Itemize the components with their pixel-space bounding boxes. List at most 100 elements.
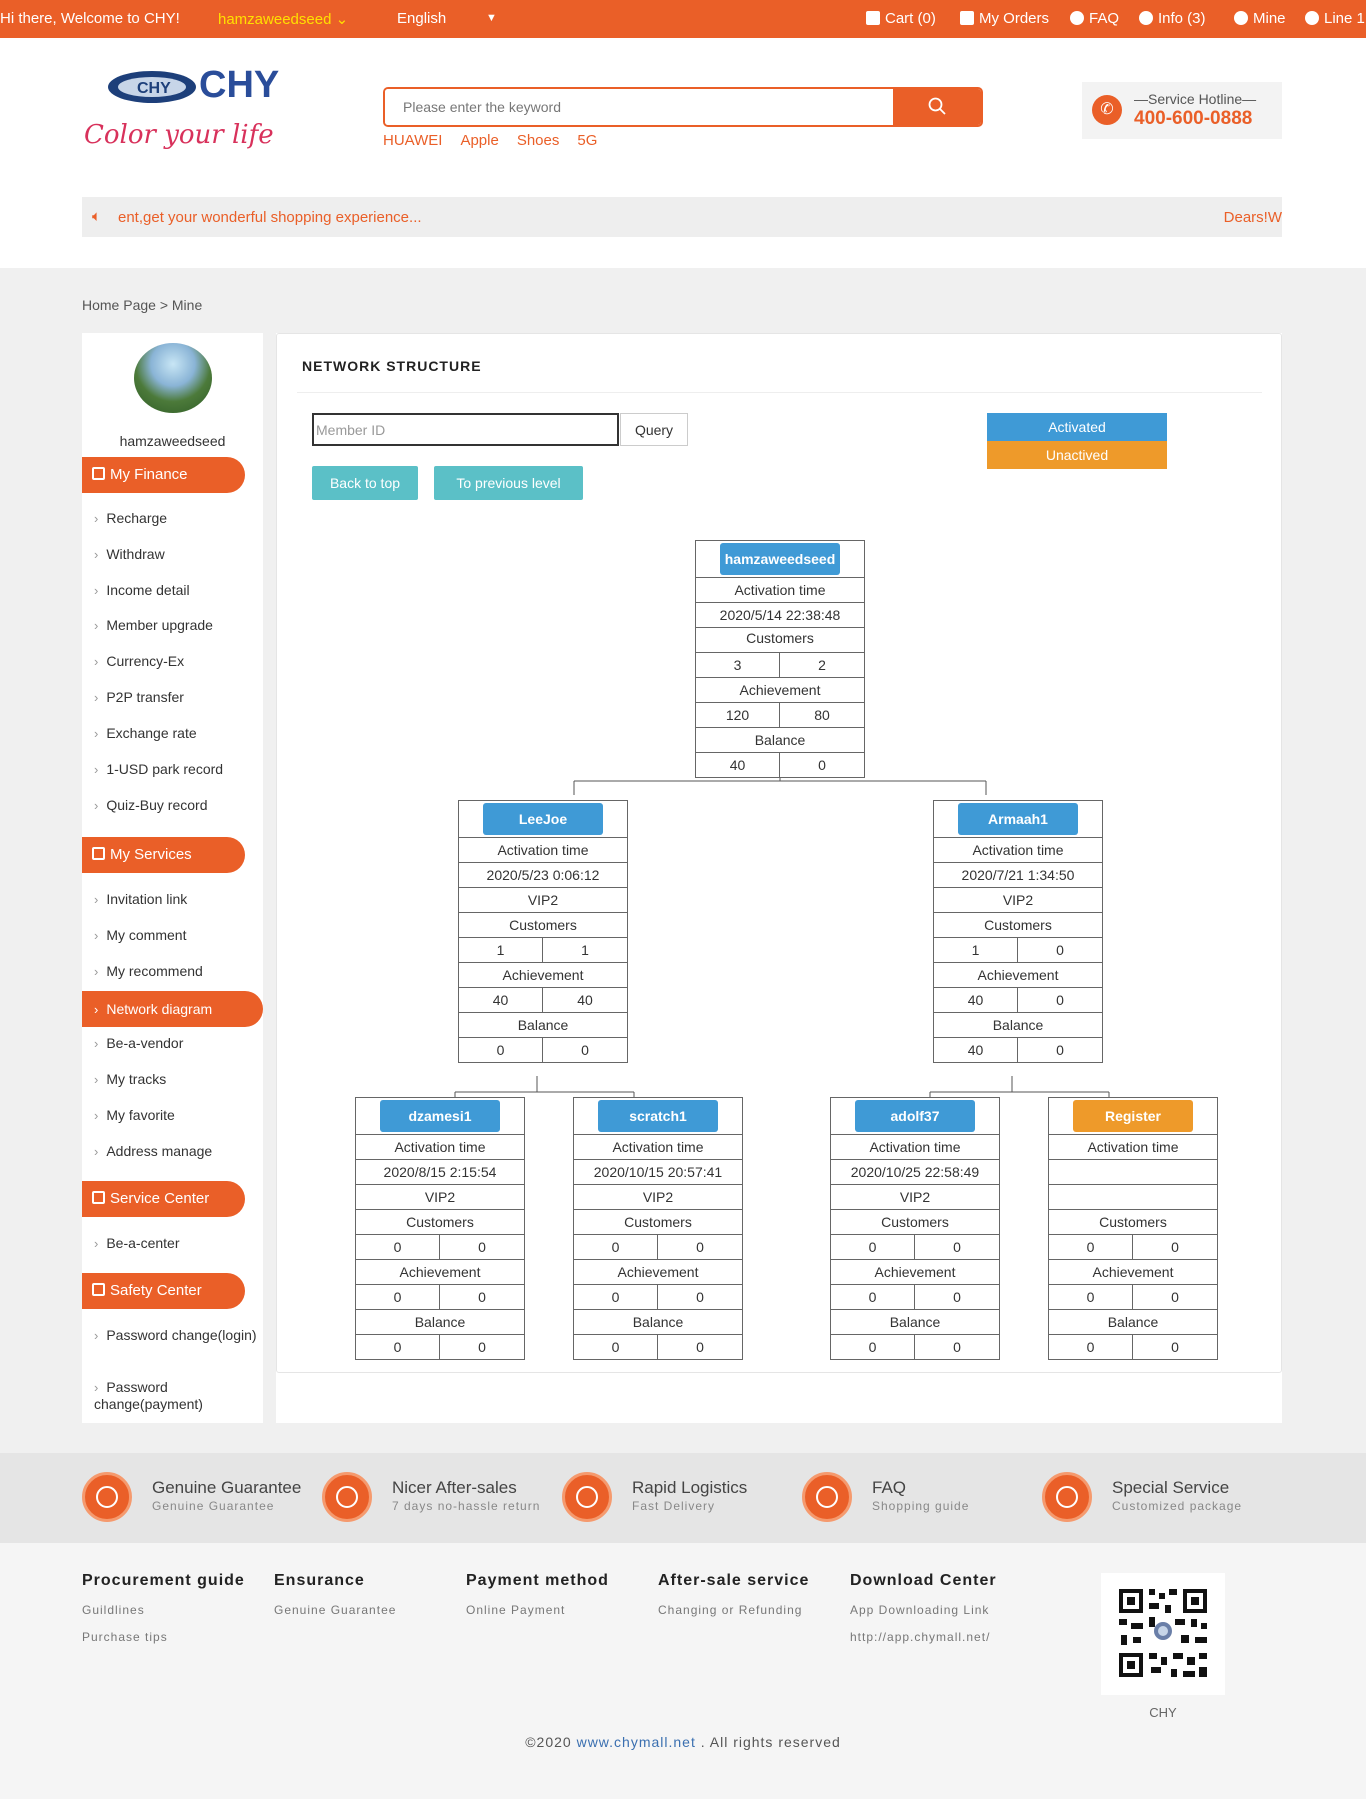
footer-link[interactable]: http://app.chymall.net/ <box>850 1630 997 1644</box>
menu-item-invitation-link[interactable]: › Invitation link <box>82 881 263 917</box>
footer-link[interactable]: App Downloading Link <box>850 1603 997 1617</box>
menu-item-quiz-buy-record[interactable]: › Quiz-Buy record <box>82 787 263 823</box>
menu-item-password-login[interactable]: › Password change(login) <box>82 1323 263 1363</box>
section-service-center[interactable]: Service Center <box>82 1181 245 1217</box>
node-value: 0 <box>1171 1289 1179 1305</box>
node-header: dzamesi1 <box>356 1098 524 1134</box>
node-activation-time: 2020/10/15 20:57:41 <box>574 1159 742 1184</box>
node-member-tag[interactable]: hamzaweedseed <box>720 543 840 575</box>
chevron-right-icon: › <box>94 798 99 813</box>
menu-item-be-a-vendor[interactable]: › Be-a-vendor <box>82 1025 263 1061</box>
site-link[interactable]: www.chymall.net <box>577 1734 696 1750</box>
faq-link[interactable]: FAQ <box>1070 10 1119 27</box>
search-button[interactable] <box>893 89 981 125</box>
chevron-right-icon: › <box>94 1144 99 1159</box>
username-dropdown[interactable]: hamzaweedseed ⌄ <box>218 10 348 28</box>
menu-item-my-tracks[interactable]: › My tracks <box>82 1061 263 1097</box>
mine-link[interactable]: Mine <box>1234 10 1286 27</box>
footer-col-ensurance: Ensurance Genuine Guarantee <box>274 1572 396 1617</box>
node-value: 0 <box>1049 1335 1133 1359</box>
logo[interactable]: CHY CHY Color your life <box>82 64 287 155</box>
register-button[interactable]: Register <box>1073 1100 1193 1132</box>
chevron-right-icon: › <box>94 1108 99 1123</box>
menu-item-withdraw[interactable]: › Withdraw <box>82 536 263 572</box>
my-orders-link[interactable]: My Orders <box>960 10 1049 27</box>
cart-link[interactable]: Cart (0) <box>866 10 936 27</box>
node-member-tag[interactable]: Armaah1 <box>958 803 1078 835</box>
node-customers-label: Customers <box>934 912 1102 937</box>
footer-link[interactable]: Changing or Refunding <box>658 1603 809 1617</box>
avatar[interactable] <box>134 343 212 413</box>
medal-icon <box>1042 1472 1092 1522</box>
menu-item-my-recommend[interactable]: › My recommend <box>82 953 263 989</box>
menu-item-p2p-transfer[interactable]: › P2P transfer <box>82 679 263 715</box>
footer-link[interactable]: Online Payment <box>466 1603 609 1617</box>
hot-word-5g[interactable]: 5G <box>577 132 597 149</box>
node-value: 0 <box>696 1339 704 1355</box>
info-link[interactable]: Info (3) <box>1139 10 1206 27</box>
node-customers-values: 11 <box>459 937 627 962</box>
node-member-tag[interactable]: LeeJoe <box>483 803 603 835</box>
triangle-down-icon[interactable]: ▼ <box>486 12 497 24</box>
section-my-finance[interactable]: My Finance <box>82 457 245 493</box>
hotline-label: —Service Hotline— <box>1134 91 1257 107</box>
menu-item-income-detail[interactable]: › Income detail <box>82 572 263 608</box>
menu-item-network-diagram[interactable]: › Network diagram <box>82 991 263 1027</box>
node-achievement-label: Achievement <box>831 1259 999 1284</box>
footer-link[interactable]: Purchase tips <box>82 1630 245 1644</box>
node-member-tag[interactable]: dzamesi1 <box>380 1100 500 1132</box>
search-input[interactable] <box>385 89 895 125</box>
footer-col-procurement: Procurement guide Guildlines Purchase ti… <box>82 1572 245 1644</box>
node-member-tag[interactable]: scratch1 <box>598 1100 718 1132</box>
menu-item-password-payment[interactable]: › Password change(payment) <box>82 1375 263 1415</box>
hot-word-apple[interactable]: Apple <box>460 132 498 149</box>
node-member-tag[interactable]: adolf37 <box>855 1100 975 1132</box>
feature-title: Genuine Guarantee <box>152 1478 302 1497</box>
language-select[interactable]: English <box>397 10 446 27</box>
menu-item-my-comment[interactable]: › My comment <box>82 917 263 953</box>
hot-word-shoes[interactable]: Shoes <box>517 132 560 149</box>
node-activation-time: 2020/5/14 22:38:48 <box>696 602 864 627</box>
line-link[interactable]: Line 1 <box>1305 10 1365 27</box>
menu-item-member-upgrade[interactable]: › Member upgrade <box>82 607 263 643</box>
menu-item-exchange-rate[interactable]: › Exchange rate <box>82 715 263 751</box>
section-my-services[interactable]: My Services <box>82 837 245 873</box>
menu-label: Password change(login) <box>106 1327 257 1343</box>
menu-label: Member upgrade <box>106 617 213 633</box>
footer-link[interactable]: Genuine Guarantee <box>274 1603 396 1617</box>
menu-label: Recharge <box>106 510 168 526</box>
node-balance-label: Balance <box>934 1012 1102 1037</box>
footer-col-payment: Payment method Online Payment <box>466 1572 609 1617</box>
menu-item-address-manage[interactable]: › Address manage <box>82 1133 263 1169</box>
menu-item-park-record[interactable]: › 1-USD park record <box>82 751 263 787</box>
node-value: 40 <box>577 992 593 1008</box>
node-value: 40 <box>696 753 780 777</box>
section-title: My Finance <box>110 466 188 483</box>
footer-link[interactable]: Guildlines <box>82 1603 245 1617</box>
node-header: Armaah1 <box>934 801 1102 837</box>
menu-label: Quiz-Buy record <box>106 797 208 813</box>
book-icon <box>92 1283 105 1296</box>
node-activation-time: 2020/10/25 22:58:49 <box>831 1159 999 1184</box>
speaker-icon: 🔈︎ <box>92 208 102 225</box>
node-balance-values: 00 <box>459 1037 627 1062</box>
top-bar: Hi there, Welcome to CHY! hamzaweedseed … <box>0 0 1366 38</box>
node-balance-values: 40 0 <box>696 752 864 777</box>
menu-item-my-favorite[interactable]: › My favorite <box>82 1097 263 1133</box>
node-customers-label: Customers <box>831 1209 999 1234</box>
footer-col-after-sale: After-sale service Changing or Refunding <box>658 1572 809 1617</box>
node-balance-label: Balance <box>574 1309 742 1334</box>
hot-word-huawei[interactable]: HUAWEI <box>383 132 442 149</box>
node-achievement-values: 00 <box>356 1284 524 1309</box>
section-safety-center[interactable]: Safety Center <box>82 1273 245 1309</box>
feature-title: Rapid Logistics <box>632 1478 748 1497</box>
menu-item-recharge[interactable]: › Recharge <box>82 500 263 536</box>
node-customers-values: 00 <box>574 1234 742 1259</box>
menu-item-be-a-center[interactable]: › Be-a-center <box>82 1225 263 1261</box>
menu-item-currency-ex[interactable]: › Currency-Ex <box>82 643 263 679</box>
feature-title: Nicer After-sales <box>392 1478 517 1497</box>
node-customers-label: Customers <box>696 627 864 652</box>
node-header: hamzaweedseed <box>696 541 864 577</box>
node-achievement-label: Achievement <box>1049 1259 1217 1284</box>
node-achievement-label: Achievement <box>356 1259 524 1284</box>
